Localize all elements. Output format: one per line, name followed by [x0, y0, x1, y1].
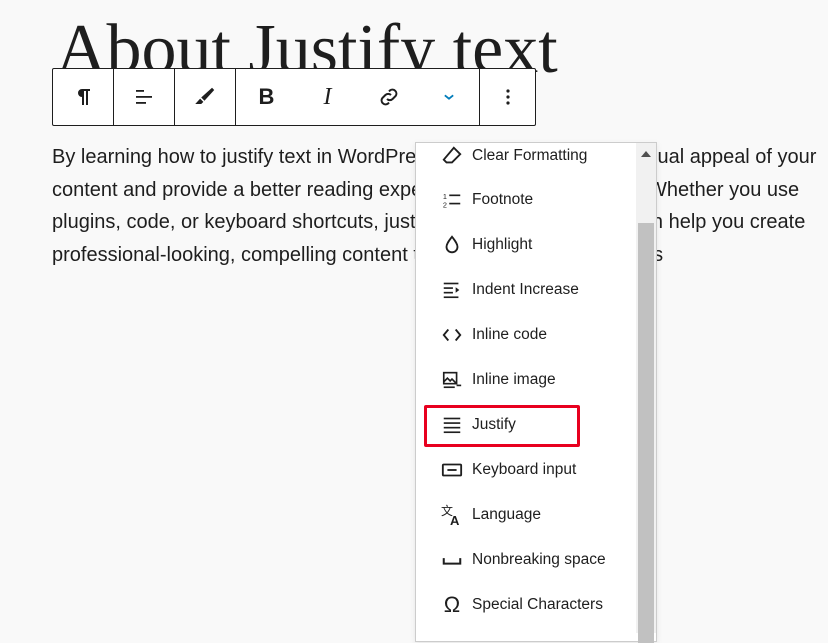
menu-item-inline-code[interactable]: Inline code: [416, 312, 638, 357]
align-left-icon: [132, 85, 156, 109]
menu-item-language[interactable]: 文A Language: [416, 492, 638, 537]
indent-increase-icon: [440, 278, 464, 302]
justify-icon: [440, 413, 464, 437]
menu-item-clear-formatting[interactable]: Clear Formatting: [416, 143, 638, 178]
highlighter-icon: [192, 84, 218, 110]
menu-item-indent-increase[interactable]: Indent Increase: [416, 267, 638, 312]
chevron-down-icon: [439, 87, 459, 107]
bold-icon: B: [258, 84, 275, 109]
menu-item-nonbreaking-space[interactable]: Nonbreaking space: [416, 537, 638, 582]
menu-item-footnote[interactable]: 12 Footnote: [416, 177, 638, 222]
footnote-icon: 12: [440, 188, 464, 212]
keyboard-icon: [440, 458, 464, 482]
menu-item-special-characters[interactable]: Ω Special Characters: [416, 582, 638, 627]
italic-icon: I: [323, 83, 332, 110]
link-icon: [377, 85, 401, 109]
svg-text:A: A: [450, 513, 460, 527]
clear-formatting-icon: [440, 144, 464, 168]
translate-icon: 文A: [440, 503, 464, 527]
more-formats-button[interactable]: [419, 69, 480, 125]
link-button[interactable]: [358, 69, 419, 125]
image-icon: [440, 368, 464, 392]
omega-icon: Ω: [443, 591, 461, 617]
code-icon: [440, 323, 464, 347]
droplet-icon: [440, 233, 464, 257]
menu-item-justify[interactable]: Justify: [416, 402, 638, 447]
scroll-up-arrow-icon[interactable]: [641, 151, 651, 157]
highlight-style-button[interactable]: [175, 69, 236, 125]
formats-dropdown-menu: Clear Formatting 12 Footnote Highlight I…: [415, 142, 657, 642]
menu-item-keyboard-input[interactable]: Keyboard input: [416, 447, 638, 492]
paragraph-block-button[interactable]: [53, 69, 114, 125]
menu-item-highlight[interactable]: Highlight: [416, 222, 638, 267]
paragraph-icon: [71, 85, 95, 109]
scrollbar-thumb[interactable]: [638, 223, 654, 643]
bold-button[interactable]: B: [236, 69, 297, 125]
align-button[interactable]: [114, 69, 175, 125]
italic-button[interactable]: I: [297, 69, 358, 125]
menu-scrollbar[interactable]: [636, 143, 656, 643]
svg-text:2: 2: [443, 200, 447, 209]
block-options-button[interactable]: [480, 69, 535, 125]
menu-item-inline-image[interactable]: Inline image: [416, 357, 638, 402]
nonbreaking-space-icon: [440, 548, 464, 572]
more-options-icon: [496, 85, 520, 109]
block-toolbar: B I: [52, 68, 536, 126]
